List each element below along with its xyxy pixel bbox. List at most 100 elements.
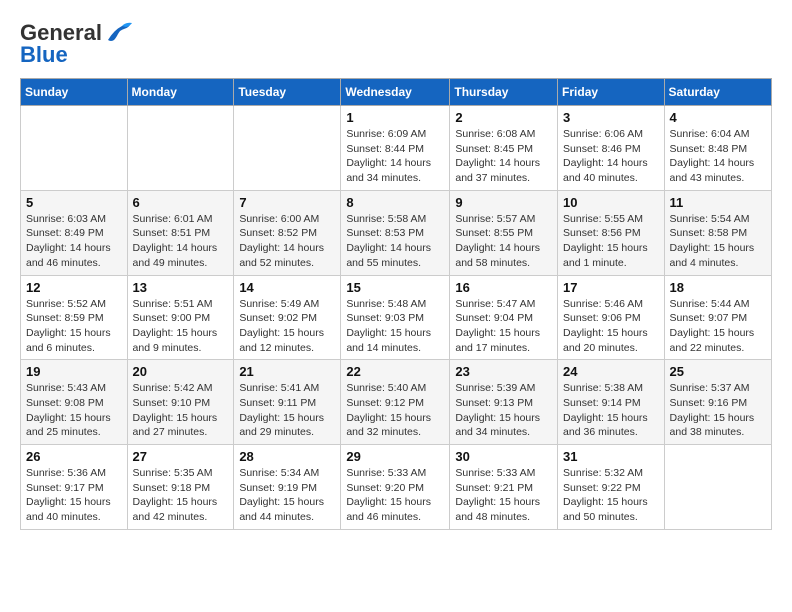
day-number: 23 (455, 364, 552, 379)
day-info: Sunrise: 5:40 AM Sunset: 9:12 PM Dayligh… (346, 381, 444, 440)
day-number: 9 (455, 195, 552, 210)
day-cell-3: 3 Sunrise: 6:06 AM Sunset: 8:46 PM Daylig… (558, 106, 665, 191)
day-number: 2 (455, 110, 552, 125)
week-row-1: 1 Sunrise: 6:09 AM Sunset: 8:44 PM Daylig… (21, 106, 772, 191)
day-cell-23: 23 Sunrise: 5:39 AM Sunset: 9:13 PM Dayli… (450, 360, 558, 445)
day-number: 3 (563, 110, 659, 125)
day-info: Sunrise: 5:32 AM Sunset: 9:22 PM Dayligh… (563, 466, 659, 525)
day-info: Sunrise: 5:35 AM Sunset: 9:18 PM Dayligh… (133, 466, 229, 525)
empty-cell (664, 445, 771, 530)
week-row-5: 26Sunrise: 5:36 AM Sunset: 9:17 PM Dayli… (21, 445, 772, 530)
day-number: 22 (346, 364, 444, 379)
day-number: 27 (133, 449, 229, 464)
empty-cell (234, 106, 341, 191)
day-number: 31 (563, 449, 659, 464)
day-number: 11 (670, 195, 766, 210)
day-cell-7: 7Sunrise: 6:00 AM Sunset: 8:52 PM Daylig… (234, 190, 341, 275)
day-cell-11: 11 Sunrise: 5:54 AM Sunset: 8:58 PM Dayli… (664, 190, 771, 275)
day-cell-25: 25 Sunrise: 5:37 AM Sunset: 9:16 PM Dayli… (664, 360, 771, 445)
day-info: Sunrise: 6:09 AM Sunset: 8:44 PM Dayligh… (346, 127, 444, 186)
day-number: 21 (239, 364, 335, 379)
day-info: Sunrise: 5:42 AM Sunset: 9:10 PM Dayligh… (133, 381, 229, 440)
day-cell-5: 5Sunrise: 6:03 AM Sunset: 8:49 PM Daylig… (21, 190, 128, 275)
logo-blue-text: Blue (20, 42, 68, 68)
day-cell-22: 22 Sunrise: 5:40 AM Sunset: 9:12 PM Dayli… (341, 360, 450, 445)
day-cell-24: 24Sunrise: 5:38 AM Sunset: 9:14 PM Dayli… (558, 360, 665, 445)
day-cell-10: 10 Sunrise: 5:55 AM Sunset: 8:56 PM Dayli… (558, 190, 665, 275)
day-number: 24 (563, 364, 659, 379)
header-cell-friday: Friday (558, 79, 665, 106)
day-info: Sunrise: 5:34 AM Sunset: 9:19 PM Dayligh… (239, 466, 335, 525)
header-cell-monday: Monday (127, 79, 234, 106)
day-number: 18 (670, 280, 766, 295)
day-number: 1 (346, 110, 444, 125)
logo-bird-icon (104, 22, 132, 44)
header-row: SundayMondayTuesdayWednesdayThursdayFrid… (21, 79, 772, 106)
day-number: 8 (346, 195, 444, 210)
day-info: Sunrise: 5:46 AM Sunset: 9:06 PM Dayligh… (563, 297, 659, 356)
empty-cell (21, 106, 128, 191)
day-cell-13: 13Sunrise: 5:51 AM Sunset: 9:00 PM Dayli… (127, 275, 234, 360)
day-info: Sunrise: 5:58 AM Sunset: 8:53 PM Dayligh… (346, 212, 444, 271)
day-number: 16 (455, 280, 552, 295)
day-info: Sunrise: 6:01 AM Sunset: 8:51 PM Dayligh… (133, 212, 229, 271)
day-info: Sunrise: 6:06 AM Sunset: 8:46 PM Dayligh… (563, 127, 659, 186)
day-cell-27: 27 Sunrise: 5:35 AM Sunset: 9:18 PM Dayli… (127, 445, 234, 530)
day-cell-21: 21 Sunrise: 5:41 AM Sunset: 9:11 PM Dayli… (234, 360, 341, 445)
empty-cell (127, 106, 234, 191)
day-info: Sunrise: 5:49 AM Sunset: 9:02 PM Dayligh… (239, 297, 335, 356)
day-cell-17: 17 Sunrise: 5:46 AM Sunset: 9:06 PM Dayli… (558, 275, 665, 360)
day-info: Sunrise: 5:48 AM Sunset: 9:03 PM Dayligh… (346, 297, 444, 356)
day-number: 25 (670, 364, 766, 379)
day-info: Sunrise: 5:41 AM Sunset: 9:11 PM Dayligh… (239, 381, 335, 440)
header-cell-thursday: Thursday (450, 79, 558, 106)
day-number: 6 (133, 195, 229, 210)
day-info: Sunrise: 5:57 AM Sunset: 8:55 PM Dayligh… (455, 212, 552, 271)
day-number: 19 (26, 364, 122, 379)
day-number: 12 (26, 280, 122, 295)
day-info: Sunrise: 5:51 AM Sunset: 9:00 PM Dayligh… (133, 297, 229, 356)
day-number: 10 (563, 195, 659, 210)
day-info: Sunrise: 6:00 AM Sunset: 8:52 PM Dayligh… (239, 212, 335, 271)
day-info: Sunrise: 5:33 AM Sunset: 9:20 PM Dayligh… (346, 466, 444, 525)
page-header: General Blue (20, 20, 772, 68)
day-number: 28 (239, 449, 335, 464)
day-cell-20: 20 Sunrise: 5:42 AM Sunset: 9:10 PM Dayli… (127, 360, 234, 445)
day-info: Sunrise: 5:55 AM Sunset: 8:56 PM Dayligh… (563, 212, 659, 271)
day-info: Sunrise: 6:04 AM Sunset: 8:48 PM Dayligh… (670, 127, 766, 186)
day-number: 29 (346, 449, 444, 464)
day-cell-29: 29 Sunrise: 5:33 AM Sunset: 9:20 PM Dayli… (341, 445, 450, 530)
day-cell-31: 31 Sunrise: 5:32 AM Sunset: 9:22 PM Dayli… (558, 445, 665, 530)
day-cell-4: 4Sunrise: 6:04 AM Sunset: 8:48 PM Daylig… (664, 106, 771, 191)
day-cell-15: 15Sunrise: 5:48 AM Sunset: 9:03 PM Dayli… (341, 275, 450, 360)
day-info: Sunrise: 5:39 AM Sunset: 9:13 PM Dayligh… (455, 381, 552, 440)
week-row-4: 19 Sunrise: 5:43 AM Sunset: 9:08 PM Dayli… (21, 360, 772, 445)
day-cell-28: 28 Sunrise: 5:34 AM Sunset: 9:19 PM Dayli… (234, 445, 341, 530)
day-number: 20 (133, 364, 229, 379)
day-info: Sunrise: 5:52 AM Sunset: 8:59 PM Dayligh… (26, 297, 122, 356)
day-cell-16: 16 Sunrise: 5:47 AM Sunset: 9:04 PM Dayli… (450, 275, 558, 360)
day-number: 14 (239, 280, 335, 295)
week-row-3: 12 Sunrise: 5:52 AM Sunset: 8:59 PM Dayli… (21, 275, 772, 360)
day-info: Sunrise: 6:03 AM Sunset: 8:49 PM Dayligh… (26, 212, 122, 271)
day-info: Sunrise: 5:54 AM Sunset: 8:58 PM Dayligh… (670, 212, 766, 271)
day-info: Sunrise: 5:43 AM Sunset: 9:08 PM Dayligh… (26, 381, 122, 440)
header-cell-saturday: Saturday (664, 79, 771, 106)
day-cell-19: 19 Sunrise: 5:43 AM Sunset: 9:08 PM Dayli… (21, 360, 128, 445)
day-info: Sunrise: 5:36 AM Sunset: 9:17 PM Dayligh… (26, 466, 122, 525)
header-cell-wednesday: Wednesday (341, 79, 450, 106)
header-cell-tuesday: Tuesday (234, 79, 341, 106)
day-cell-30: 30 Sunrise: 5:33 AM Sunset: 9:21 PM Dayli… (450, 445, 558, 530)
day-info: Sunrise: 5:47 AM Sunset: 9:04 PM Dayligh… (455, 297, 552, 356)
day-number: 17 (563, 280, 659, 295)
header-cell-sunday: Sunday (21, 79, 128, 106)
day-info: Sunrise: 5:33 AM Sunset: 9:21 PM Dayligh… (455, 466, 552, 525)
calendar-table: SundayMondayTuesdayWednesdayThursdayFrid… (20, 78, 772, 530)
day-cell-9: 9 Sunrise: 5:57 AM Sunset: 8:55 PM Daylig… (450, 190, 558, 275)
day-number: 30 (455, 449, 552, 464)
day-cell-1: 1 Sunrise: 6:09 AM Sunset: 8:44 PM Daylig… (341, 106, 450, 191)
day-info: Sunrise: 5:37 AM Sunset: 9:16 PM Dayligh… (670, 381, 766, 440)
day-cell-26: 26Sunrise: 5:36 AM Sunset: 9:17 PM Dayli… (21, 445, 128, 530)
day-cell-6: 6 Sunrise: 6:01 AM Sunset: 8:51 PM Daylig… (127, 190, 234, 275)
day-cell-2: 2Sunrise: 6:08 AM Sunset: 8:45 PM Daylig… (450, 106, 558, 191)
